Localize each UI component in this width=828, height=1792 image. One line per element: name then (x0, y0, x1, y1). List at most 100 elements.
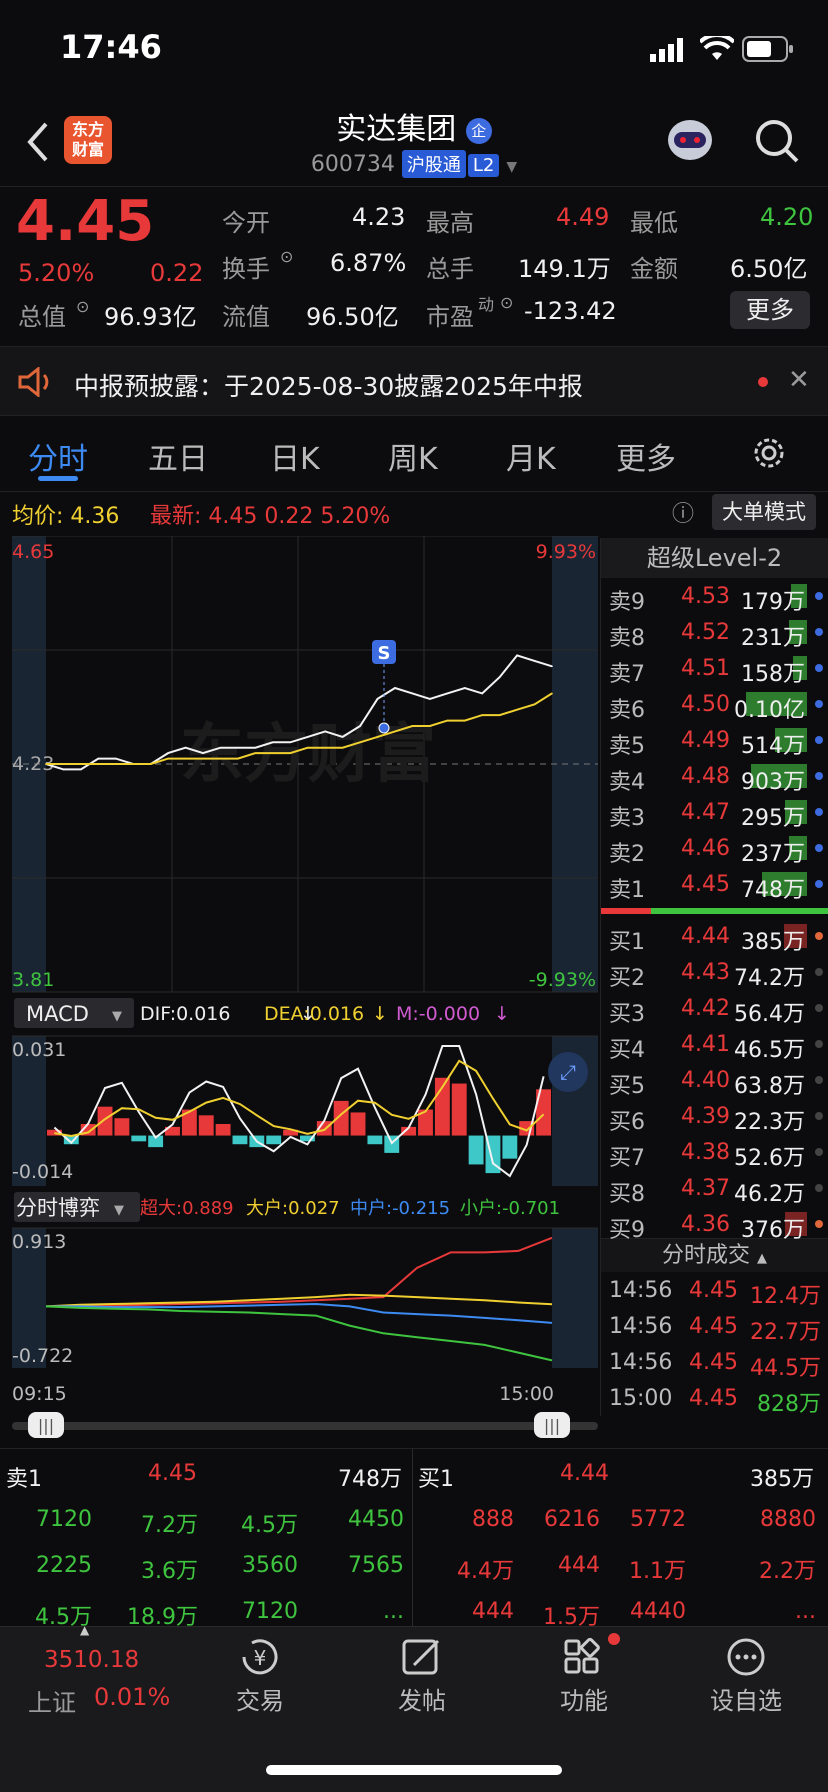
latest-label: 最新: (150, 504, 202, 529)
notice-banner[interactable]: 中报预披露：于2025-08-30披露2025年中报 ✕ (0, 346, 828, 416)
expand-icon: ⤢ (560, 1060, 576, 1084)
ask-row[interactable]: 卖2 4.46 237万 (601, 830, 828, 867)
info-icon[interactable]: ⊙ (500, 293, 513, 312)
order-queue: 卖1 4.45 748万 买1 4.44 385万 7120 7.2万 4.5万 44… (0, 1448, 828, 1630)
price-point (237, 746, 239, 749)
bid-row[interactable]: 买9 4.36 376万 (601, 1206, 828, 1243)
range-slider-track[interactable] (12, 1422, 598, 1430)
price-point (289, 741, 292, 744)
tab-intraday[interactable]: 分时 (28, 434, 88, 478)
bid-row[interactable]: 买4 4.41 46.5万 (601, 1026, 828, 1063)
caret-down-icon[interactable]: ▼ (506, 159, 517, 175)
avg-point (45, 763, 47, 765)
sell-queue-cell: 4.5万 (241, 1513, 298, 1538)
ask-row[interactable]: 卖5 4.49 514万 (601, 722, 828, 759)
ask-row[interactable]: 卖3 4.47 295万 (601, 794, 828, 831)
bid-row[interactable]: 买1 4.44 385万 (601, 918, 828, 955)
queue-sell-vol: 748万 (338, 1467, 402, 1492)
macd-bar (232, 1135, 248, 1145)
nav-add-watchlist-label: 设自选 (710, 1687, 782, 1715)
level-label: 买1 (609, 930, 645, 955)
queue-buy-label: 买1 (418, 1467, 454, 1492)
avg-point (498, 714, 501, 716)
game-axis-top: 0.913 (12, 1231, 66, 1253)
level-dot (815, 844, 823, 852)
level-volume: 56.4万 (734, 1002, 805, 1027)
avg-point (411, 725, 414, 727)
price-point (114, 757, 117, 760)
robot-assistant-icon[interactable] (664, 116, 716, 166)
ask-row[interactable]: 卖9 4.53 179万 (601, 578, 828, 615)
grid-icon (564, 1637, 600, 1674)
avg-point (429, 725, 431, 727)
bid-row[interactable]: 买2 4.43 74.2万 (601, 954, 828, 991)
bid-row[interactable]: 买8 4.37 46.2万 (601, 1170, 828, 1207)
tab-more[interactable]: 更多 (616, 434, 676, 478)
avg-point (359, 741, 361, 744)
ask-row[interactable]: 卖4 4.48 903万 (601, 758, 828, 795)
avg-point (324, 746, 326, 749)
buy-queue-cell: 2.2万 (759, 1559, 816, 1584)
tab-indicator (38, 476, 78, 481)
macd-bar (97, 1106, 113, 1136)
large-order-mode-button[interactable]: 大单模式 (712, 494, 816, 530)
queue-buy-price: 4.44 (560, 1461, 609, 1486)
level-volume: 903万 (741, 770, 805, 795)
macd-axis-bottom: -0.014 (12, 1161, 73, 1183)
nav-post[interactable]: 发帖 (352, 1627, 492, 1716)
search-icon[interactable] (754, 118, 800, 164)
level-price: 4.45 (681, 872, 730, 897)
queue-sell-price: 4.45 (148, 1461, 197, 1486)
bid-row[interactable]: 买3 4.42 56.4万 (601, 990, 828, 1027)
intraday-charts[interactable]: 东方财富 4.65 4.23 3.81 9.93% -9.93% S MACD … (0, 536, 600, 1448)
ask-row[interactable]: 卖6 4.50 0.10亿 (601, 686, 828, 723)
gear-icon[interactable] (752, 436, 786, 470)
macd-bar (198, 1115, 214, 1136)
legend-large: 大户:0.027 (246, 1198, 340, 1219)
nav-add-watchlist[interactable]: 设自选 (676, 1627, 816, 1716)
tab-weekly-k[interactable]: 周K (388, 434, 438, 478)
buy-queue-cell: 4440 (630, 1599, 686, 1624)
level-dot (815, 664, 823, 672)
svg-text:|||: ||| (544, 1416, 560, 1435)
price-point (202, 752, 204, 754)
info-icon[interactable]: ⊙ (280, 247, 293, 266)
level-label: 卖9 (609, 590, 645, 615)
level-label: 卖7 (609, 662, 645, 687)
more-button[interactable]: 更多 (730, 291, 810, 329)
sell-queue-cell: 7.2万 (141, 1513, 198, 1538)
period-tabs: 分时 五日 日K 周K 月K 更多 (0, 416, 828, 492)
index-ticker[interactable]: ▲ 3510.18 上证 0.01% (0, 1623, 170, 1717)
pct-axis-bottom: -9.93% (529, 969, 596, 991)
level-label: 卖8 (609, 626, 645, 651)
tick-row: 14:56 4.45 44.5万 (601, 1344, 828, 1381)
level2-title: 超级Level-2 (601, 538, 828, 578)
tab-monthly-k[interactable]: 月K (506, 434, 556, 478)
level-dot (815, 628, 823, 636)
macd-axis-top: 0.031 (12, 1039, 66, 1061)
pe-label: 市盈 (426, 303, 474, 331)
close-icon[interactable]: ✕ (788, 365, 810, 395)
info-icon[interactable]: ⊙ (76, 297, 89, 316)
quote-panel: 4.45 5.20% 0.22 总值 ⊙ 96.93亿 今开 4.23 最高 4… (0, 186, 828, 346)
avg-point (306, 746, 309, 749)
macd-dea: DEA:0.016 (264, 1003, 364, 1025)
nav-trade[interactable]: ¥ 交易 (190, 1627, 330, 1716)
help-icon[interactable]: ⓘ (672, 496, 694, 528)
price-point (97, 757, 100, 760)
bid-row[interactable]: 买7 4.38 52.6万 (601, 1134, 828, 1171)
ask-row[interactable]: 卖7 4.51 158万 (601, 650, 828, 687)
bid-row[interactable]: 买6 4.39 22.3万 (601, 1098, 828, 1135)
bid-row[interactable]: 买5 4.40 63.8万 (601, 1062, 828, 1099)
tab-daily-k[interactable]: 日K (270, 434, 320, 478)
wifi-icon (700, 36, 734, 60)
price-point (551, 665, 553, 668)
nav-functions[interactable]: 功能 (514, 1627, 654, 1716)
avg-point (341, 746, 344, 749)
sell-queue-cell: 7565 (348, 1553, 404, 1578)
ask-row[interactable]: 卖1 4.45 748万 (601, 866, 828, 903)
tab-five-day[interactable]: 五日 (148, 434, 208, 478)
level-label: 卖4 (609, 770, 645, 795)
ask-row[interactable]: 卖8 4.52 231万 (601, 614, 828, 651)
macd-dif: DIF:0.016 (140, 1003, 230, 1025)
